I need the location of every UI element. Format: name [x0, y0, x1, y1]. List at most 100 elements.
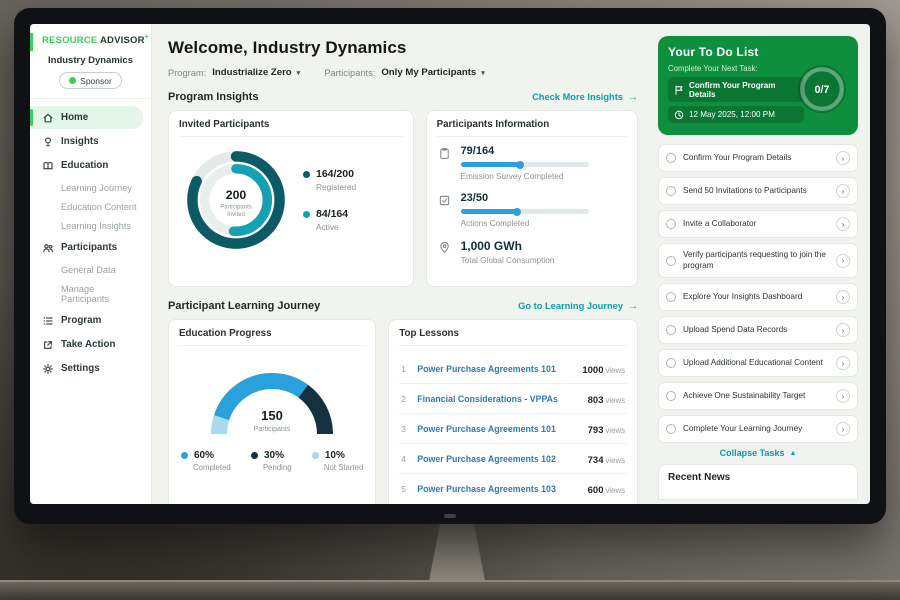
lesson-row[interactable]: 3 Power Purchase Agreements 101 793views — [399, 414, 627, 444]
logo-text-secondary: ADVISOR — [100, 35, 145, 46]
sidebar-item-general-data[interactable]: General Data — [30, 260, 151, 279]
task-chevron-icon[interactable]: › — [836, 422, 850, 436]
task-checkbox[interactable] — [666, 424, 676, 434]
participants-filter-label: Participants: — [324, 68, 375, 78]
sidebar-item-participants[interactable]: Participants — [30, 236, 143, 259]
sidebar-item-insights[interactable]: Insights — [30, 130, 143, 153]
collapse-tasks-button[interactable]: Collapse Tasks ▲ — [658, 448, 858, 458]
task-checkbox[interactable] — [666, 325, 676, 335]
insights-icon — [42, 136, 54, 148]
sidebar-item-learning-journey[interactable]: Learning Journey — [30, 178, 151, 197]
task-row-complete-learning-journey[interactable]: Complete Your Learning Journey › — [658, 415, 858, 443]
legend-dot — [181, 452, 188, 459]
recent-news-title: Recent News — [668, 472, 848, 483]
todo-next-task[interactable]: Confirm Your Program Details — [668, 77, 804, 102]
arrow-right-icon: → — [628, 92, 638, 103]
task-chevron-icon[interactable]: › — [836, 290, 850, 304]
lesson-row[interactable]: 1 Power Purchase Agreements 101 1000view… — [399, 354, 627, 384]
home-icon — [42, 112, 54, 124]
logo-text-primary: RESOURCE — [42, 35, 97, 46]
svg-text:Participants: Participants — [254, 426, 291, 433]
task-row-invite-collaborator[interactable]: Invite a Collaborator › — [658, 210, 858, 238]
task-checkbox[interactable] — [666, 358, 676, 368]
insights-cards-row: Invited Participants 200 Participants In… — [168, 110, 638, 287]
task-row-confirm-program[interactable]: Confirm Your Program Details › — [658, 144, 858, 172]
sidebar-item-program[interactable]: Program — [30, 309, 143, 332]
pin-icon — [437, 239, 453, 254]
filters-row: Program: Industrialize Zero ▾ Participan… — [168, 67, 638, 78]
legend-dot — [303, 211, 310, 218]
legend-pending: 30% Pending — [251, 450, 292, 472]
task-row-achieve-target[interactable]: Achieve One Sustainability Target › — [658, 382, 858, 410]
education-gauge-chart: 150 Participants — [197, 354, 347, 442]
task-chevron-icon[interactable]: › — [836, 151, 850, 165]
lesson-row[interactable]: 4 Power Purchase Agreements 102 734views — [399, 444, 627, 474]
task-chevron-icon[interactable]: › — [836, 323, 850, 337]
svg-text:0/7: 0/7 — [815, 84, 830, 96]
task-chevron-icon[interactable]: › — [836, 184, 850, 198]
book-icon — [42, 160, 54, 172]
learning-cards-row: Education Progress 150 Participants — [168, 319, 638, 504]
task-checkbox[interactable] — [666, 391, 676, 401]
task-checkbox[interactable] — [666, 153, 676, 163]
task-row-upload-spend-data[interactable]: Upload Spend Data Records › — [658, 316, 858, 344]
task-chevron-icon[interactable]: › — [836, 254, 850, 268]
participants-filter-dropdown[interactable]: Only My Participants ▾ — [381, 67, 484, 78]
lesson-row[interactable]: 2 Financial Considerations - VPPAs 803vi… — [399, 384, 627, 414]
task-chevron-icon[interactable]: › — [836, 356, 850, 370]
sidebar-item-education[interactable]: Education — [30, 154, 143, 177]
lesson-link[interactable]: Power Purchase Agreements 101 — [417, 424, 580, 434]
metric-global-consumption: 1,000 GWh Total Global Consumption — [437, 239, 627, 265]
task-chevron-icon[interactable]: › — [836, 389, 850, 403]
metric-emission-survey: 79/164 Emission Survey Completed — [437, 145, 627, 181]
lesson-link[interactable]: Power Purchase Agreements 101 — [417, 364, 575, 374]
sidebar-item-settings[interactable]: Settings — [30, 357, 143, 380]
invited-legend: 164/200 Registered 84/164 Active — [303, 168, 356, 232]
check-more-insights-link[interactable]: Check More Insights → — [532, 92, 638, 103]
sidebar-item-label: Participants — [61, 242, 117, 253]
education-progress-card: Education Progress 150 Participants — [168, 319, 376, 504]
section-title-program-insights: Program Insights — [168, 91, 258, 103]
program-filter: Program: Industrialize Zero ▾ — [168, 67, 300, 78]
sidebar-item-take-action[interactable]: Take Action — [30, 333, 143, 356]
program-filter-dropdown[interactable]: Industrialize Zero ▾ — [212, 67, 300, 78]
legend-active: 84/164 Active — [303, 208, 356, 232]
sidebar-item-learning-insights[interactable]: Learning Insights — [30, 216, 151, 235]
logo-plus: + — [145, 34, 149, 41]
task-chevron-icon[interactable]: › — [836, 217, 850, 231]
sidebar-item-label: Insights — [61, 136, 99, 147]
task-checkbox[interactable] — [666, 219, 676, 229]
action-arrow-icon — [42, 339, 54, 351]
invited-participants-card: Invited Participants 200 Participants In… — [168, 110, 414, 287]
sponsor-icon — [69, 77, 76, 84]
gear-icon — [42, 363, 54, 375]
people-icon — [42, 242, 54, 254]
task-row-upload-educational-content[interactable]: Upload Additional Educational Content › — [658, 349, 858, 377]
task-checkbox[interactable] — [666, 256, 676, 266]
sponsor-badge[interactable]: Sponsor — [59, 72, 122, 89]
svg-text:Invited: Invited — [227, 212, 245, 218]
power-led — [444, 514, 456, 518]
invited-donut-chart: 200 Participants Invited — [181, 145, 291, 255]
task-row-verify-participants[interactable]: Verify participants requesting to join t… — [658, 243, 858, 278]
sidebar-item-manage-participants[interactable]: Manage Participants — [30, 279, 151, 308]
task-row-explore-insights[interactable]: Explore Your Insights Dashboard › — [658, 283, 858, 311]
sidebar-item-home[interactable]: Home — [30, 106, 143, 129]
lesson-link[interactable]: Power Purchase Agreements 102 — [417, 454, 580, 464]
task-checkbox[interactable] — [666, 292, 676, 302]
task-row-send-invitations[interactable]: Send 50 Invitations to Participants › — [658, 177, 858, 205]
go-to-learning-journey-link[interactable]: Go to Learning Journey → — [518, 301, 638, 312]
sidebar-item-education-content[interactable]: Education Content — [30, 197, 151, 216]
clock-icon — [674, 110, 684, 120]
legend-registered: 164/200 Registered — [303, 168, 356, 192]
lesson-row[interactable]: 5 Power Purchase Agreements 103 600views — [399, 474, 627, 503]
task-list: Confirm Your Program Details › Send 50 I… — [658, 144, 858, 443]
legend-dot — [303, 171, 310, 178]
lesson-link[interactable]: Financial Considerations - VPPAs — [417, 394, 580, 404]
list-icon — [42, 315, 54, 327]
svg-text:Participants: Participants — [220, 205, 252, 211]
lesson-link[interactable]: Power Purchase Agreements 103 — [417, 484, 580, 494]
todo-title: Your To Do List — [668, 45, 848, 59]
survey-progress-bar — [461, 162, 589, 167]
task-checkbox[interactable] — [666, 186, 676, 196]
